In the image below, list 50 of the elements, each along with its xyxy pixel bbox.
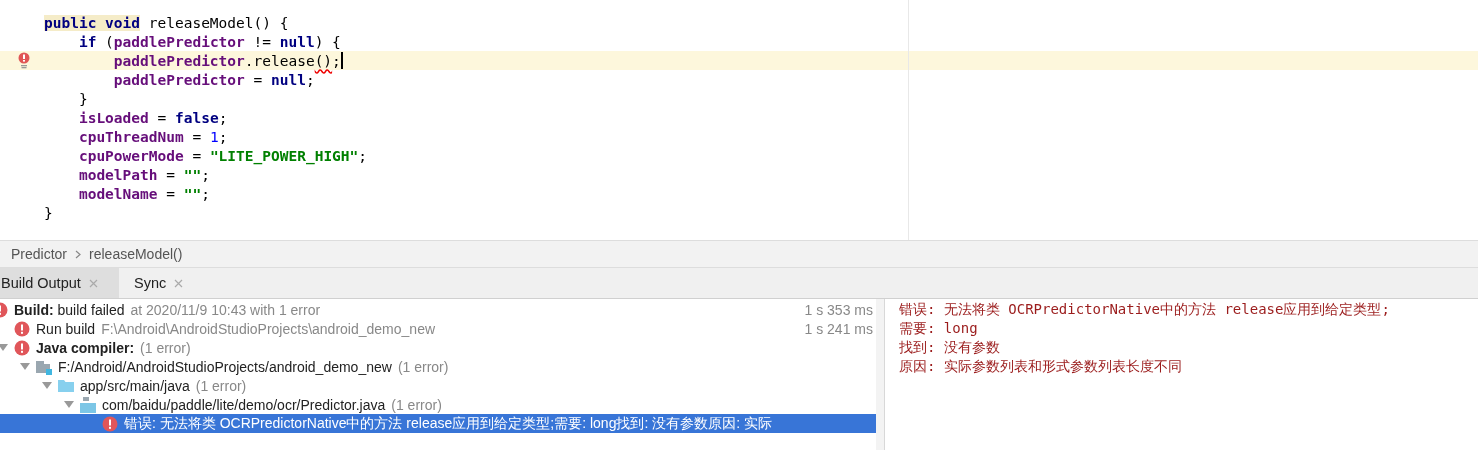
tree-item-note: at 2020/11/9 10:43 with 1 error xyxy=(130,301,321,318)
selected-tree-row[interactable]: 错误: 无法将类 OCRPredictorNative中的方法 release应用到给定类型;需要: long找到: 没有参数原因: 实际 xyxy=(0,414,876,433)
code-line: if (paddlePredictor != null) { xyxy=(77,33,341,50)
console-line: 原因: 实际参数列表和形式参数列表长度不同 xyxy=(899,358,1183,376)
panel-tab[interactable]: Build Output xyxy=(0,268,119,298)
tree-item-label[interactable]: F:/Android/AndroidStudioProjects/android_demo_new xyxy=(58,358,392,375)
code-line: } xyxy=(77,90,88,107)
tree-item-note: (1 error) xyxy=(397,358,449,375)
chevron-icon xyxy=(75,249,82,259)
code-line: cpuThreadNum = 1; xyxy=(77,128,228,145)
breadcrumb-item[interactable]: Predictor xyxy=(11,246,68,262)
error-bulb-icon[interactable] xyxy=(18,52,30,69)
code-line: public void releaseModel() { xyxy=(44,14,289,31)
tree-item-label[interactable]: app/src/main/java xyxy=(80,377,190,394)
expand-arrow-icon[interactable] xyxy=(20,362,30,371)
error-icon xyxy=(14,339,30,356)
tree-item-note: F:\Android\AndroidStudioProjects\android_demo_new xyxy=(101,320,436,337)
expand-arrow-icon[interactable] xyxy=(64,400,74,409)
tree-item-note: (1 error) xyxy=(195,377,247,394)
code-line: paddlePredictor.release(); xyxy=(112,52,343,69)
tree-item-label[interactable]: Build: build failed xyxy=(14,301,125,318)
panel-tab[interactable]: Sync xyxy=(119,268,198,298)
breadcrumb-item[interactable]: releaseModel() xyxy=(89,246,183,262)
code-line: modelPath = ""; xyxy=(77,166,210,183)
duration-text: 1 s 241 ms xyxy=(804,320,874,337)
code-line: modelName = ""; xyxy=(77,185,210,202)
file-icon xyxy=(80,396,96,413)
expand-arrow-icon[interactable] xyxy=(0,343,8,352)
folder-icon xyxy=(58,377,74,394)
code-line: isLoaded = false; xyxy=(77,109,228,126)
tree-item-label[interactable]: 错误: 无法将类 OCRPredictorNative中的方法 release应用到给定类型;需要: long找到: 没有参数原因: 实际 xyxy=(124,414,772,433)
close-icon[interactable] xyxy=(88,278,98,288)
tree-item-note: (1 error) xyxy=(140,339,191,356)
error-icon xyxy=(14,320,30,337)
expand-arrow-icon[interactable] xyxy=(42,381,52,390)
error-icon xyxy=(102,415,118,432)
tree-item-label[interactable]: Java compiler: xyxy=(36,339,135,356)
tree-item-note: (1 error) xyxy=(391,396,442,413)
tree-item-label[interactable]: com/baidu/paddle/lite/demo/ocr/Predictor.java xyxy=(102,396,386,413)
scrollbar[interactable] xyxy=(876,299,885,450)
close-icon[interactable] xyxy=(174,278,184,288)
console-line: 需要: long xyxy=(899,320,979,338)
console-line: 找到: 没有参数 xyxy=(899,339,1001,357)
tree-item-label[interactable]: Run build xyxy=(36,320,96,337)
module-icon xyxy=(36,358,52,375)
code-line: cpuPowerMode = "LITE_POWER_HIGH"; xyxy=(77,147,368,164)
code-line: paddlePredictor = null; xyxy=(112,71,315,88)
console-line: 错误: 无法将类 OCRPredictorNative中的方法 release应用到给定类型; xyxy=(899,301,1390,319)
duration-text: 1 s 353 ms xyxy=(804,301,874,318)
code-line: } xyxy=(44,204,53,221)
